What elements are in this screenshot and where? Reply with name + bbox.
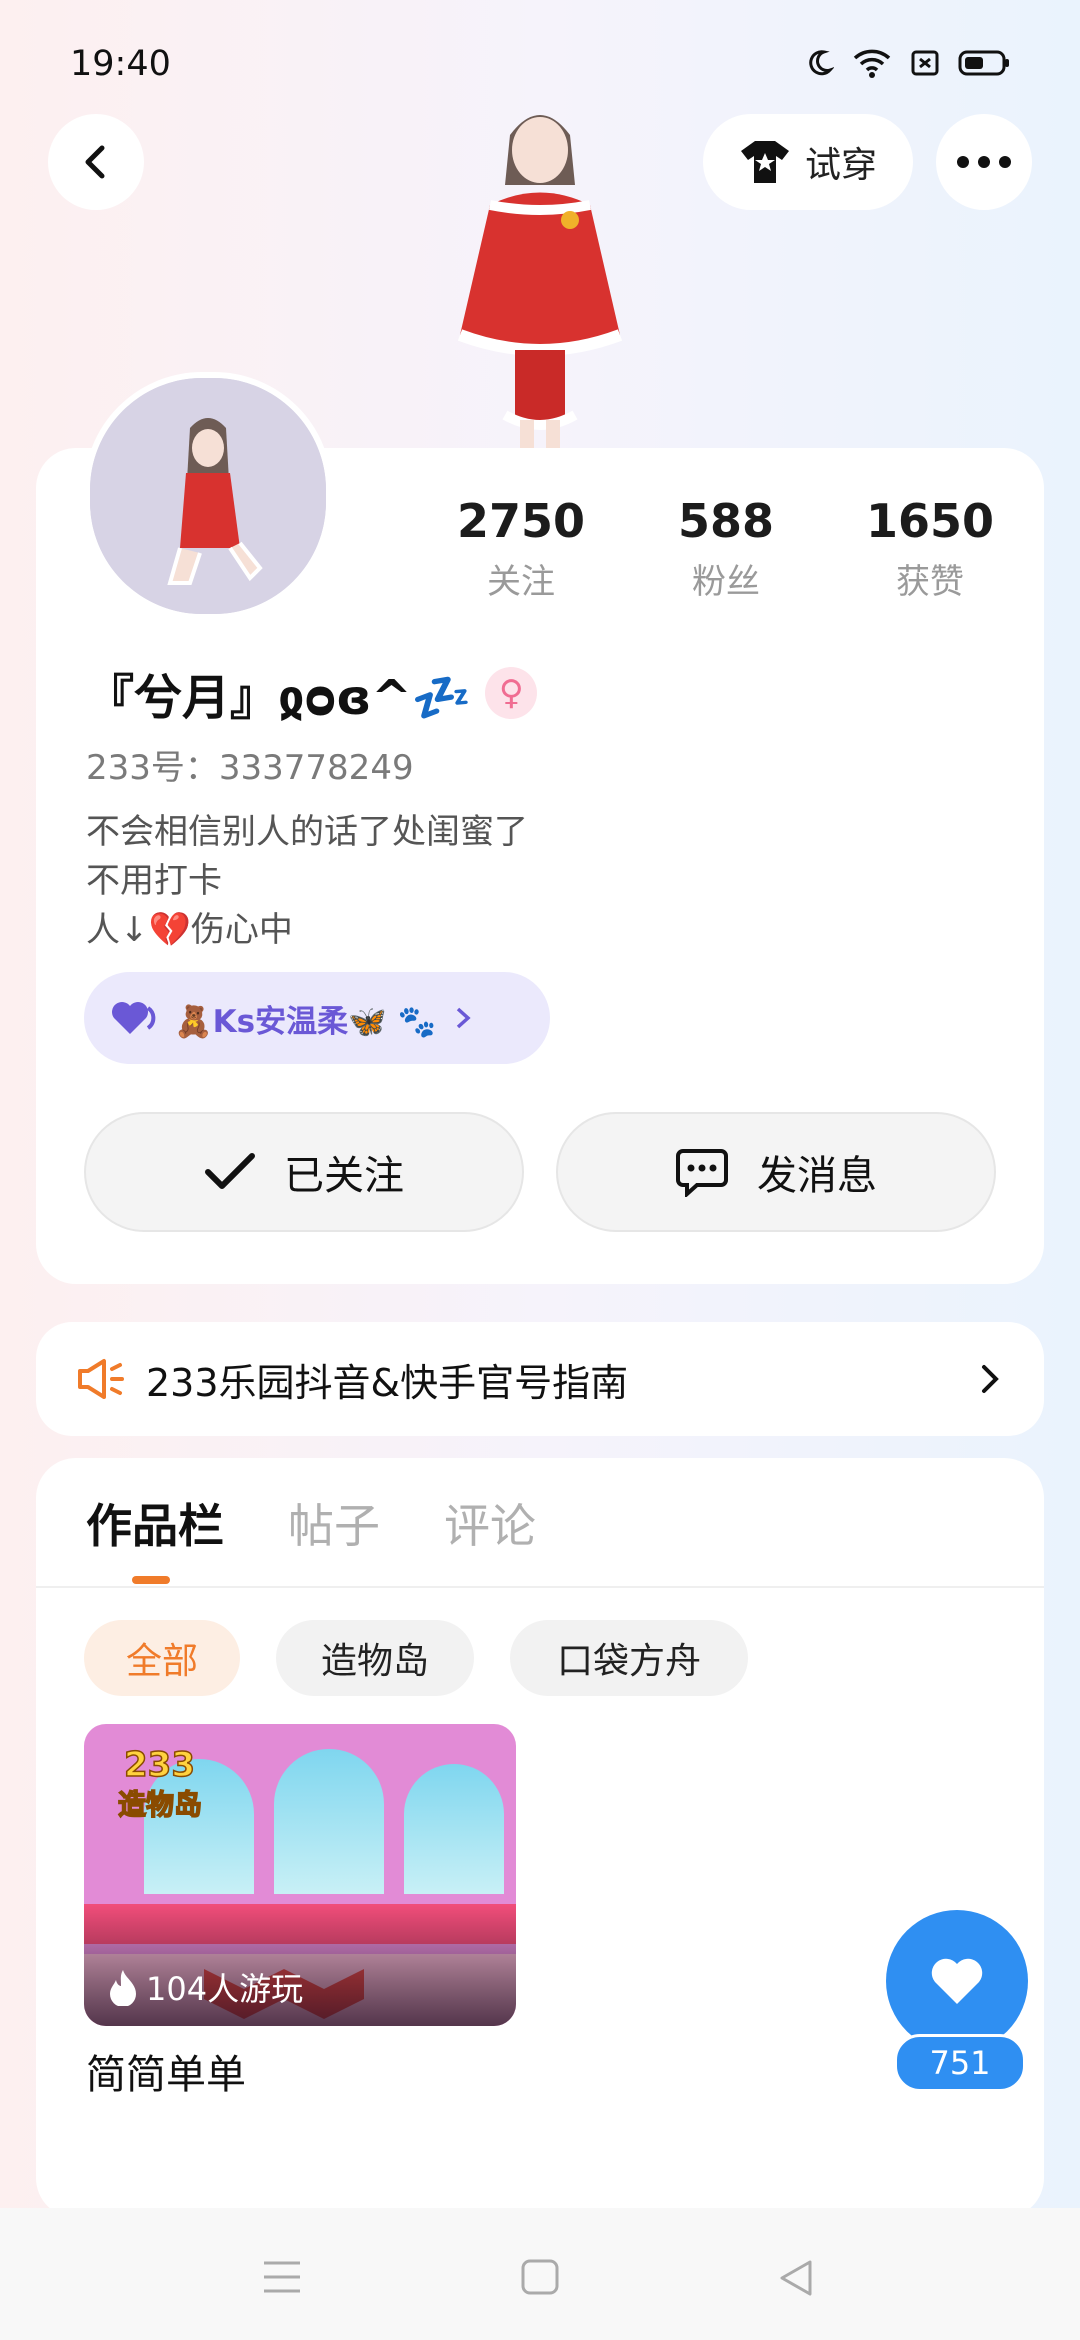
- tab-posts[interactable]: 帖子: [288, 1490, 380, 1556]
- like-count: 751: [894, 2034, 1026, 2092]
- tshirt-icon: [740, 141, 789, 183]
- chevron-right-icon: [982, 1365, 999, 1393]
- chat-bubble-icon: [676, 1149, 728, 1197]
- more-button[interactable]: [936, 114, 1032, 210]
- filter-creation-island[interactable]: 造物岛: [276, 1620, 474, 1696]
- profile-tabs: 作品栏 帖子 评论: [86, 1490, 536, 1556]
- tab-works[interactable]: 作品栏: [86, 1490, 224, 1556]
- like-button[interactable]: [886, 1910, 1028, 2052]
- heart-icon: [931, 1958, 983, 2004]
- work-title: 简简单单: [86, 2052, 246, 2098]
- tab-comments[interactable]: 评论: [444, 1490, 536, 1556]
- following-label: 关注: [487, 562, 555, 602]
- fan-group-label: 🧸Ks安温柔🦋 🐾: [174, 1003, 437, 1040]
- message-button[interactable]: 发消息: [556, 1112, 996, 1232]
- fan-heart-icon: [112, 1002, 156, 1034]
- fans-label: 粉丝: [692, 562, 760, 602]
- home-icon[interactable]: [520, 2258, 560, 2296]
- nickname: 『兮月』ჲᴑɞ^💤: [86, 670, 472, 726]
- work-card[interactable]: 233 造物岛 104人游玩: [84, 1724, 516, 2026]
- likes-received-label: 获赞: [896, 562, 964, 602]
- likes-received-count: 1650: [865, 494, 995, 548]
- following-button[interactable]: 已关注: [84, 1112, 524, 1232]
- bio-line: 不会相信别人的话了处闺蜜了: [86, 812, 528, 852]
- bio: 不会相信别人的话了处闺蜜了 不用打卡 人↓💔伤心中: [86, 808, 528, 955]
- active-tab-indicator: [132, 1576, 170, 1584]
- status-icons: [804, 48, 1010, 78]
- fan-group-chip[interactable]: 🧸Ks安温柔🦋 🐾: [84, 972, 550, 1064]
- bio-line: 不用打卡: [86, 861, 222, 901]
- following-count: 2750: [456, 494, 586, 548]
- battery-icon: [958, 50, 1009, 76]
- following-button-label: 已关注: [284, 1153, 404, 1199]
- filter-all[interactable]: 全部: [84, 1620, 240, 1696]
- chevron-right-icon: [456, 1007, 471, 1029]
- avatar[interactable]: [84, 372, 332, 620]
- nickname-row: 『兮月』ჲᴑɞ^💤 ♀: [86, 658, 538, 728]
- wifi-icon: [853, 49, 891, 78]
- tabs-divider: [36, 1586, 1044, 1588]
- work-logo-text: 造物岛: [118, 1788, 202, 1821]
- flame-icon: [110, 1970, 136, 2006]
- bio-line: 人↓💔伤心中: [86, 910, 293, 950]
- fans-count: 588: [677, 494, 775, 548]
- user-id: 233号：333778249: [86, 748, 414, 788]
- try-on-button[interactable]: 试穿: [703, 114, 913, 210]
- status-time: 19:40: [70, 44, 171, 84]
- following-stat[interactable]: 2750 关注: [436, 494, 606, 603]
- menu-icon[interactable]: [262, 2260, 302, 2294]
- likes-stat[interactable]: 1650 获赞: [845, 494, 1015, 603]
- try-on-label: 试穿: [804, 145, 877, 186]
- play-count: 104人游玩: [146, 1970, 304, 2008]
- system-nav-bar: [0, 2208, 1080, 2340]
- checkmark-icon: [205, 1153, 255, 1189]
- fans-stat[interactable]: 588 粉丝: [641, 494, 811, 603]
- filter-pocket-ark[interactable]: 口袋方舟: [510, 1620, 748, 1696]
- message-button-label: 发消息: [757, 1153, 877, 1199]
- notice-bar[interactable]: 233乐园抖音&快手官号指南: [36, 1322, 1044, 1436]
- notice-text: 233乐园抖音&快手官号指南: [146, 1360, 629, 1405]
- work-logo-number: 233: [124, 1745, 195, 1785]
- back-button[interactable]: [48, 114, 144, 210]
- megaphone-icon: [78, 1359, 124, 1399]
- back-arrow-icon: [85, 145, 105, 179]
- more-dots-icon: [957, 156, 1011, 168]
- sim-icon: [911, 50, 939, 76]
- back-triangle-icon[interactable]: [776, 2258, 816, 2298]
- character-figure: [457, 115, 623, 450]
- play-count-row: 104人游玩: [108, 1964, 303, 2010]
- female-icon: ♀: [485, 667, 538, 719]
- moon-icon: [809, 50, 834, 76]
- avatar-image: [90, 378, 326, 614]
